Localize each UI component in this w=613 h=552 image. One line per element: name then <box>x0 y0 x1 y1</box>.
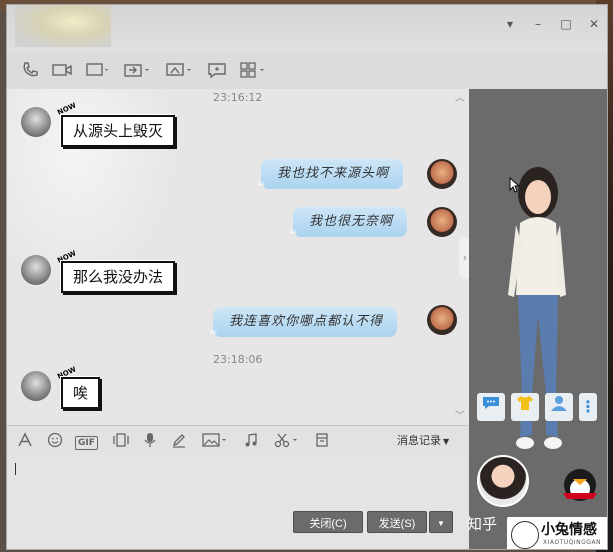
rabbit-logo-icon <box>511 521 539 549</box>
image-button[interactable] <box>201 432 229 450</box>
chevron-up-icon: ︿ <box>455 93 465 104</box>
title-bar: ▾ – □ ✕ <box>7 5 607 51</box>
wave-decoration: ≈ <box>289 227 298 238</box>
music-note-icon <box>245 433 257 447</box>
wave-decoration: ≈ <box>257 179 266 190</box>
red-packet-button[interactable] <box>315 432 329 450</box>
close-window-button[interactable]: ✕ <box>585 15 603 33</box>
message-bubble[interactable]: 从源头上毁灭 <box>61 115 176 147</box>
gif-icon: GIF <box>75 436 98 450</box>
pencil-icon <box>172 434 185 448</box>
chevron-down-icon: ▼ <box>443 437 450 446</box>
profile-button[interactable] <box>545 393 573 421</box>
voice-call-button[interactable] <box>21 61 39 83</box>
avatar[interactable] <box>21 255 51 285</box>
message-bubble[interactable]: 我也找不来源头啊 <box>261 159 404 189</box>
font-icon <box>18 432 32 447</box>
video-call-button[interactable] <box>51 61 73 83</box>
doodle-button[interactable] <box>171 432 187 450</box>
message-bubble[interactable]: 那么我没办法 <box>61 261 176 293</box>
emoji-button[interactable] <box>47 432 63 450</box>
microphone-icon <box>144 433 156 447</box>
brand-subtitle: XIAOTUQINGGAN <box>543 539 602 546</box>
font-button[interactable] <box>17 432 33 450</box>
shirt-icon <box>517 396 533 410</box>
apps-grid-icon <box>240 62 264 78</box>
mouse-cursor-icon <box>509 177 521 193</box>
minimize-icon: – <box>535 17 541 31</box>
shake-button[interactable] <box>111 432 131 450</box>
apps-button[interactable] <box>239 61 269 83</box>
avatar[interactable] <box>427 159 457 189</box>
screenshot-button[interactable] <box>273 432 301 450</box>
more-button[interactable]: ⋮ <box>579 393 597 421</box>
shake-icon <box>113 433 129 447</box>
speech-bubble-icon <box>483 397 499 409</box>
video-icon <box>52 64 72 76</box>
top-toolbar <box>7 55 607 89</box>
avatar[interactable] <box>21 107 51 137</box>
timestamp: 23:18:06 <box>213 353 263 366</box>
avatar[interactable] <box>21 371 51 401</box>
scissors-icon <box>274 433 297 448</box>
input-toolbar: GIF 消息记录 ▼ <box>7 425 469 456</box>
red-packet-icon <box>316 433 328 447</box>
music-button[interactable] <box>243 432 259 450</box>
zhihu-watermark: 知乎 <box>467 515 498 533</box>
qq-penguin-icon[interactable] <box>557 461 603 503</box>
window-menu-button[interactable]: ▾ <box>501 15 519 33</box>
chat-bubble-icon <box>208 63 226 79</box>
gif-button[interactable]: GIF <box>75 432 98 450</box>
outfit-button[interactable] <box>511 393 539 421</box>
file-transfer-icon <box>124 64 149 77</box>
message-list[interactable]: 23:16:12 ︿ NOW 从源头上毁灭 我也找不来源头啊 ≈ 我也很无奈啊 … <box>7 89 469 425</box>
remote-desktop-icon <box>166 63 191 76</box>
file-transfer-button[interactable] <box>123 61 153 83</box>
brand-name: 小兔情感 <box>541 522 597 538</box>
contact-avatar-blur <box>15 5 111 47</box>
chat-window: ▾ – □ ✕ 23:16:12 ︿ NOW 从源头上毁灭 我也找不来源头啊 ≈… <box>6 4 608 550</box>
scroll-down-button[interactable]: ﹀ <box>453 411 467 423</box>
voice-message-button[interactable] <box>143 432 157 450</box>
message-history-button[interactable]: 消息记录 ▼ <box>397 432 449 450</box>
avatar[interactable] <box>427 305 457 335</box>
image-icon <box>202 433 226 447</box>
scroll-up-button[interactable]: ︿ <box>453 93 467 105</box>
chevron-right-icon: › <box>462 251 468 264</box>
text-caret <box>15 463 16 475</box>
screen-share-button[interactable] <box>85 61 111 83</box>
message-button[interactable] <box>207 61 227 83</box>
avatar[interactable] <box>427 207 457 237</box>
screen-share-icon <box>86 63 108 76</box>
chat-mode-button[interactable] <box>477 393 505 421</box>
minimize-button[interactable]: – <box>529 15 547 33</box>
person-icon <box>551 396 567 411</box>
more-dots-icon: ⋮ <box>580 397 596 416</box>
maximize-icon: □ <box>560 17 572 31</box>
maximize-button[interactable]: □ <box>557 15 575 33</box>
close-icon: ✕ <box>588 17 600 31</box>
close-button[interactable]: 关闭(C) <box>293 511 363 533</box>
brand-watermark: 小兔情感 XIAOTUQINGGAN <box>507 517 607 549</box>
phone-icon <box>23 62 38 77</box>
message-history-label: 消息记录 <box>397 434 441 447</box>
chevron-down-icon: ▾ <box>506 17 514 31</box>
message-bubble[interactable]: 我连喜欢你哪点都认不得 <box>213 307 398 337</box>
user-avatar[interactable] <box>477 455 529 507</box>
chevron-down-icon: ﹀ <box>455 411 465 422</box>
remote-desktop-button[interactable] <box>165 61 195 83</box>
message-bubble[interactable]: 唉 <box>61 377 101 409</box>
wave-decoration: ≈ <box>209 327 218 338</box>
emoji-icon <box>47 432 63 448</box>
timestamp: 23:16:12 <box>213 91 263 104</box>
send-options-dropdown[interactable]: ▼ <box>429 511 453 533</box>
send-button[interactable]: 发送(S) <box>367 511 427 533</box>
